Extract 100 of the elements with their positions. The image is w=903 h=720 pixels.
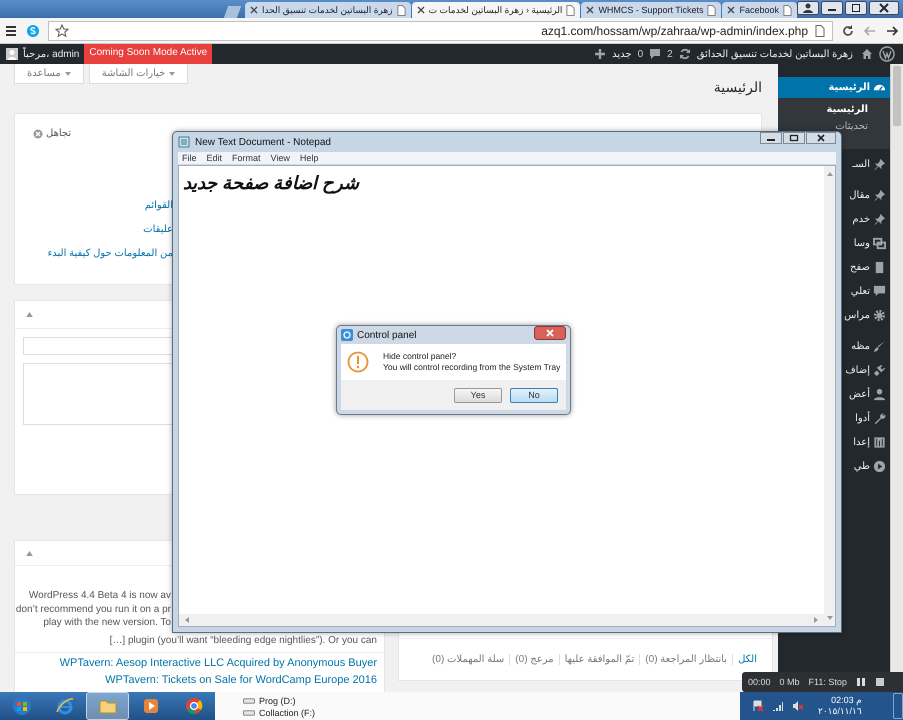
close-icon[interactable] [534, 326, 566, 340]
menu-item[interactable]: View [270, 153, 290, 163]
browser-tab[interactable]: WHMCS - Support Tickets [581, 2, 722, 18]
sidebar-item[interactable]: مقال [849, 183, 890, 207]
window-title: New Text Document - Notepad [195, 136, 331, 148]
sidebar-item[interactable]: طي [854, 454, 890, 478]
close-icon[interactable] [586, 6, 594, 14]
home-icon[interactable] [861, 48, 873, 60]
browser-tab[interactable]: Facebook [722, 2, 797, 18]
dialog-title: Control panel [357, 330, 416, 340]
page-scrollbar[interactable] [890, 64, 903, 672]
comment-count[interactable]: 0 [638, 48, 644, 60]
show-desktop-button[interactable] [893, 693, 903, 719]
star-icon[interactable] [55, 24, 69, 38]
user-greeting[interactable]: مرحباً، admin [23, 48, 80, 60]
forward-icon[interactable] [885, 24, 899, 38]
dismiss-link[interactable]: تجاهل [33, 128, 72, 139]
comment-filter-link[interactable]: سلة المهملات (0) [427, 654, 510, 665]
drive-icon [243, 697, 255, 705]
comment-filter-link[interactable]: مرعج (0) [509, 654, 559, 665]
sidebar-item[interactable]: أدوا [855, 406, 890, 430]
reload-icon[interactable] [841, 24, 855, 38]
screen-meta-button[interactable]: مساعدة [14, 64, 84, 84]
sidebar-subitem[interactable]: الرئيسية [826, 103, 868, 117]
sidebar-item[interactable]: صفح [850, 255, 890, 279]
drive-label[interactable]: Prog (D:) [259, 696, 296, 706]
new-menu-link[interactable]: جديد [612, 48, 632, 60]
menu-item[interactable]: File [182, 153, 197, 163]
close-icon[interactable] [806, 132, 836, 144]
welcome-link[interactable]: من المعلومات حول كيفية البدء [48, 247, 173, 261]
welcome-link[interactable]: القوائم [144, 199, 173, 213]
sidebar-item[interactable]: الرئيسية [778, 77, 890, 98]
notepad-icon [178, 136, 190, 148]
wordpress-logo-icon[interactable] [879, 46, 895, 62]
news-link[interactable]: WPTavern: Aesop Interactive LLC Acquired by Anonymous Buyer [60, 656, 377, 668]
sidebar-item[interactable]: إعدا [853, 430, 890, 454]
screen-meta-button[interactable]: خيارات الشاشة [88, 64, 188, 84]
restore-icon[interactable] [845, 1, 867, 15]
sidebar-item[interactable]: السـ [852, 152, 890, 176]
menu-item[interactable]: Help [300, 153, 318, 163]
collapse-arrow-icon[interactable] [26, 550, 33, 556]
signal-icon[interactable] [772, 700, 784, 712]
plus-icon[interactable] [594, 48, 606, 60]
close-icon[interactable] [250, 6, 258, 14]
pushpin-icon [873, 212, 886, 226]
menu-item[interactable]: Edit [206, 153, 222, 163]
pause-icon[interactable] [856, 677, 866, 687]
action-center-flag-icon[interactable] [752, 700, 764, 712]
plug-icon [873, 364, 886, 376]
sidebar-item[interactable]: وسا [854, 231, 890, 255]
chat-icon[interactable] [26, 24, 40, 38]
close-icon[interactable] [727, 6, 736, 14]
minimize-icon[interactable] [821, 1, 843, 15]
close-icon[interactable] [416, 6, 425, 14]
comment-filter-link[interactable]: الكل [732, 654, 762, 665]
user-icon[interactable] [797, 1, 819, 15]
site-name-link[interactable]: زهرة البساتين لخدمات تنسيق الحدائق [696, 48, 853, 60]
document-text: شرح اضافة صفحة جديد [183, 172, 360, 194]
update-count[interactable]: 2 [667, 48, 673, 60]
sidebar-item[interactable]: تعلي [850, 279, 890, 303]
comment-icon [873, 284, 886, 298]
dialog-button[interactable]: Yes [454, 388, 502, 402]
sidebar-subitem[interactable]: تحديثات [835, 120, 868, 134]
maximize-icon[interactable] [783, 132, 805, 144]
user-icon [873, 388, 886, 400]
refresh-icon[interactable] [678, 48, 691, 60]
dialog-button[interactable]: No [510, 388, 558, 402]
pushpin-icon [873, 188, 886, 202]
speaker-muted-icon[interactable] [792, 700, 804, 712]
news-excerpt-line: play with the new version. To [43, 616, 171, 630]
comment-filter-link[interactable]: بانتظار المراجعة (0) [639, 654, 732, 665]
collapse-arrow-icon[interactable] [26, 312, 33, 317]
comment-filter-link[interactable]: تمّ الموافقة عليها [558, 654, 640, 665]
pushpin-icon [873, 158, 886, 170]
page-icon [396, 4, 406, 16]
menu-icon[interactable] [4, 24, 18, 38]
sidebar-item[interactable]: مظه [851, 334, 890, 358]
new-tab-button[interactable] [224, 6, 242, 18]
drive-label[interactable]: Collaction (F:) [259, 708, 316, 718]
media-icon [873, 236, 886, 250]
news-link[interactable]: WPTavern: Tickets on Sale for WordCamp Europe 2016 [105, 674, 377, 686]
menu-item[interactable]: Format [232, 153, 261, 163]
stop-icon[interactable] [874, 677, 885, 687]
warning-icon [347, 351, 369, 373]
sidebar-item[interactable]: أعض [849, 382, 890, 406]
browser-tab[interactable]: زهرة البساتين لخدمات تنسيق الحدا [244, 2, 411, 18]
minimize-icon[interactable] [760, 132, 782, 144]
start-orb-icon [12, 696, 32, 716]
address-field[interactable]: azq1.com/hossam/wp/zahraa/wp-admin/index.php [48, 20, 833, 40]
sidebar-item[interactable]: مراس [844, 303, 890, 327]
coming-soon-badge[interactable]: Coming Soon Mode Active [84, 44, 212, 64]
sidebar-item[interactable]: خدم [852, 207, 890, 231]
browser-tab[interactable]: الرئيسية ‹ زهرة البساتين لخدمات ت [412, 2, 580, 18]
comment-icon[interactable] [649, 48, 662, 60]
page-icon [783, 4, 792, 16]
sidebar-item[interactable]: إضاف [845, 358, 890, 382]
welcome-link[interactable]: عليقات [143, 223, 173, 237]
title-input-field[interactable] [23, 337, 173, 355]
close-icon[interactable] [869, 1, 899, 15]
wrench-icon [873, 412, 886, 424]
